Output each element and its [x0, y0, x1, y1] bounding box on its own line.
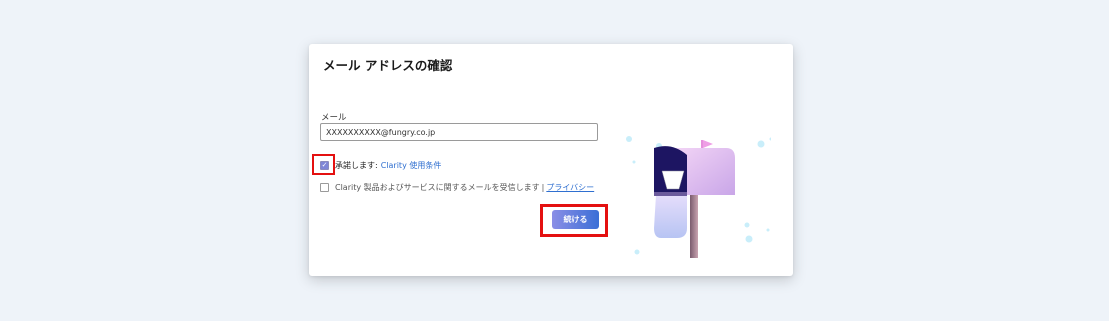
- continue-button-highlight: [540, 204, 608, 237]
- separator: |: [541, 182, 545, 192]
- mail-opt-in-row: Clarity 製品およびサービスに関するメールを受信します | プライバシー: [320, 180, 594, 194]
- mail-opt-in-text: Clarity 製品およびサービスに関するメールを受信します: [335, 182, 540, 192]
- email-verification-dialog: メール アドレスの確認 メール ✓ 承諾します: Clarity 使用条件 Cl…: [309, 44, 793, 276]
- terms-checkbox-highlight: [312, 154, 335, 175]
- email-field[interactable]: [320, 123, 598, 141]
- email-label: メール: [321, 113, 347, 123]
- terms-link[interactable]: Clarity 使用条件: [381, 160, 442, 171]
- privacy-link[interactable]: プライバシー: [546, 182, 594, 193]
- terms-prefix: 承諾します:: [335, 160, 378, 170]
- mailbox-icon: [626, 136, 771, 258]
- terms-consent-row: ✓ 承諾します: Clarity 使用条件: [320, 158, 441, 172]
- mail-opt-in-checkbox[interactable]: [320, 182, 329, 192]
- dialog-title: メール アドレスの確認: [323, 58, 453, 73]
